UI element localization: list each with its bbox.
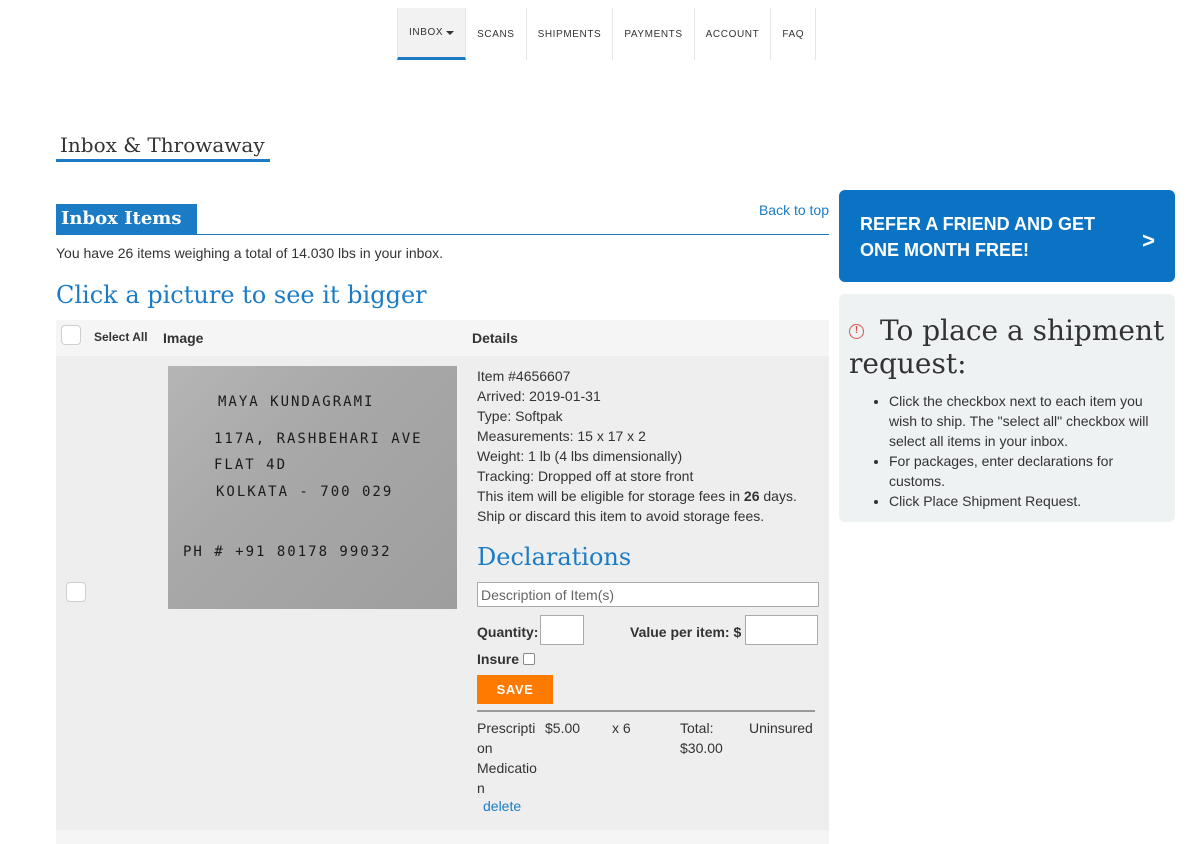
- instruction-item: For packages, enter declarations for cus…: [889, 451, 1169, 491]
- select-all-label: Select All: [94, 330, 148, 344]
- back-to-top-link[interactable]: Back to top: [759, 202, 829, 218]
- label-line: FLAT 4D: [214, 457, 288, 473]
- insure-label: Insure: [477, 651, 520, 667]
- description-input[interactable]: [477, 582, 819, 607]
- details-column-header: Details: [472, 330, 518, 346]
- nav-payments[interactable]: PAYMENTS: [613, 8, 695, 60]
- nav-inbox[interactable]: INBOX: [397, 8, 467, 60]
- image-column-header: Image: [163, 330, 204, 346]
- storage-prefix: This item will be eligible for storage f…: [477, 488, 744, 504]
- item-type: Type: Softpak: [477, 408, 563, 424]
- insure-checkbox[interactable]: [523, 653, 535, 665]
- shipment-request-info: ! To place a shipment request: Click the…: [839, 294, 1175, 522]
- declaration-total: Total: $30.00: [680, 720, 723, 756]
- inbox-summary: You have 26 items weighing a total of 14…: [56, 245, 444, 261]
- table-header: Select All Image Details: [56, 320, 829, 356]
- item-image[interactable]: MAYA KUNDAGRAMI 117A, RASHBEHARI AVE FLA…: [168, 366, 457, 609]
- instruction-item: Click the checkbox next to each item you…: [889, 391, 1169, 451]
- nav-account-label: ACCOUNT: [705, 28, 760, 40]
- page-title: Inbox & Throwaway: [56, 133, 270, 162]
- save-button[interactable]: SAVE: [477, 675, 553, 704]
- select-all-checkbox[interactable]: [61, 325, 81, 345]
- nav-shipments[interactable]: SHIPMENTS: [527, 8, 614, 60]
- nav-faq-label: FAQ: [782, 28, 805, 40]
- nav-payments-label: PAYMENTS: [624, 28, 683, 40]
- quantity-label: Quantity:: [477, 624, 539, 640]
- storage-suffix: days.: [759, 488, 797, 504]
- nav-inbox-label: INBOX: [409, 27, 444, 38]
- caret-down-icon: [446, 30, 455, 35]
- label-line: PH # +91 80178 99032: [183, 544, 392, 560]
- instructions-list: Click the checkbox next to each item you…: [889, 391, 1169, 511]
- item-tracking: Tracking: Dropped off at store front: [477, 468, 694, 484]
- table-row: MAYA KUNDAGRAMI 117A, RASHBEHARI AVE FLA…: [56, 356, 829, 830]
- nav-scans-label: SCANS: [477, 28, 515, 40]
- refer-friend-text: REFER A FRIEND AND GET ONE MONTH FREE!: [860, 214, 1096, 260]
- inbox-header: Inbox Items Back to top: [56, 202, 829, 235]
- value-per-item-input[interactable]: [745, 615, 818, 645]
- top-nav: INBOX SCANS SHIPMENTS PAYMENTS ACCOUNT F…: [397, 8, 817, 60]
- instruction-item: Click Place Shipment Request.: [889, 491, 1169, 511]
- nav-account[interactable]: ACCOUNT: [695, 8, 772, 60]
- nav-scans[interactable]: SCANS: [466, 8, 527, 60]
- item-measurements: Measurements: 15 x 17 x 2: [477, 428, 646, 444]
- label-line: MAYA KUNDAGRAMI: [218, 394, 375, 410]
- label-line: 117A, RASHBEHARI AVE: [214, 431, 423, 447]
- inbox-items-title: Inbox Items: [56, 204, 198, 234]
- item-checkbox[interactable]: [66, 582, 86, 602]
- nav-shipments-label: SHIPMENTS: [537, 28, 602, 40]
- chevron-right-icon: >: [1142, 228, 1155, 253]
- storage-fee-notice: This item will be eligible for storage f…: [477, 486, 822, 506]
- label-line: KOLKATA - 700 029: [216, 484, 394, 500]
- shipment-request-title: To place a shipment request:: [849, 314, 1165, 380]
- divider: [477, 710, 815, 712]
- next-row-edge: [56, 830, 829, 844]
- declaration-insured-status: Uninsured: [749, 720, 813, 736]
- click-picture-prompt: Click a picture to see it bigger: [56, 281, 427, 309]
- item-number: Item #4656607: [477, 368, 571, 384]
- storage-fee-note: Ship or discard this item to avoid stora…: [477, 508, 765, 524]
- declaration-price: $5.00: [545, 720, 581, 736]
- declarations-title: Declarations: [477, 543, 632, 571]
- value-per-item-label: Value per item: $: [630, 624, 742, 640]
- item-arrived: Arrived: 2019-01-31: [477, 388, 601, 404]
- refer-friend-banner[interactable]: REFER A FRIEND AND GET ONE MONTH FREE! >: [839, 190, 1175, 282]
- delete-declaration-link[interactable]: delete: [483, 798, 521, 814]
- item-weight: Weight: 1 lb (4 lbs dimensionally): [477, 448, 683, 464]
- storage-days: 26: [743, 488, 760, 504]
- item-details: Item #4656607 Arrived: 2019-01-31 Type: …: [477, 366, 822, 526]
- quantity-input[interactable]: [540, 615, 584, 645]
- declaration-description: Prescripti on Medicatio n: [477, 720, 537, 796]
- declaration-quantity: x 6: [612, 720, 631, 736]
- nav-faq[interactable]: FAQ: [771, 8, 817, 60]
